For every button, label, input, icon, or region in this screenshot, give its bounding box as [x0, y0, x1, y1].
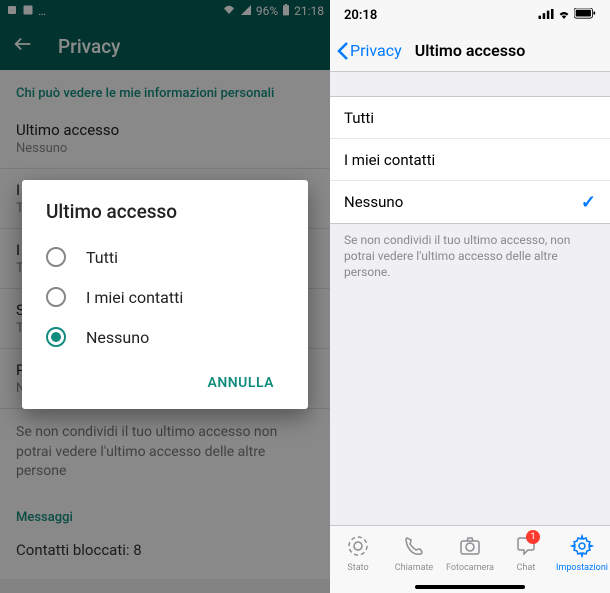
radio-label: I miei contatti — [86, 288, 183, 307]
tab-impostazioni[interactable]: Impostazioni — [554, 526, 610, 581]
tab-label: Fotocamera — [446, 563, 494, 573]
tab-label: Chiamate — [395, 563, 433, 573]
ios-screen: 20:18 Privacy Ultimo accesso Tutti I mie… — [330, 0, 610, 593]
dialog-ultimo-accesso: Ultimo accesso Tutti I miei contatti Nes… — [22, 180, 308, 409]
radio-option-nessuno[interactable]: Nessuno — [46, 317, 284, 357]
phone-icon — [402, 534, 426, 561]
badge: 1 — [526, 530, 540, 544]
radio-icon — [46, 247, 66, 267]
back-button[interactable]: Privacy — [336, 41, 402, 61]
cancel-button[interactable]: ANNULLA — [198, 367, 284, 399]
options-list: Tutti I miei contatti Nessuno ✓ — [330, 96, 610, 224]
back-label: Privacy — [350, 41, 402, 60]
signal-icon — [538, 8, 554, 23]
ios-tab-bar: Stato Chiamate Fotocamera 1 Chat Impos — [330, 525, 610, 581]
radio-option-tutti[interactable]: Tutti — [46, 237, 284, 277]
tab-label: Impostazioni — [556, 563, 608, 573]
battery-icon — [574, 8, 596, 23]
option-label: I miei contatti — [344, 151, 435, 169]
tab-label: Chat — [517, 563, 536, 573]
radio-label: Tutti — [86, 248, 118, 267]
checkmark-icon: ✓ — [581, 192, 596, 213]
android-screen: … 96% 21:18 Privacy — [0, 0, 330, 593]
option-label: Nessuno — [344, 193, 403, 211]
wifi-icon — [557, 8, 571, 23]
home-indicator[interactable] — [330, 581, 610, 593]
status-icon — [346, 534, 370, 561]
tab-chat[interactable]: 1 Chat — [498, 526, 554, 581]
radio-icon — [46, 287, 66, 307]
tab-fotocamera[interactable]: Fotocamera — [442, 526, 498, 581]
page-title: Ultimo accesso — [415, 41, 526, 60]
option-row-nessuno[interactable]: Nessuno ✓ — [330, 181, 610, 223]
privacy-note: Se non condividi il tuo ultimo accesso, … — [330, 224, 610, 289]
tab-label: Stato — [347, 563, 368, 573]
ios-nav-bar: Privacy Ultimo accesso — [330, 30, 610, 72]
radio-icon-selected — [46, 327, 66, 347]
clock: 20:18 — [344, 8, 377, 23]
dialog-title: Ultimo accesso — [46, 200, 284, 223]
option-row-tutti[interactable]: Tutti — [330, 97, 610, 139]
radio-label: Nessuno — [86, 328, 149, 347]
radio-option-contatti[interactable]: I miei contatti — [46, 277, 284, 317]
ios-status-bar: 20:18 — [330, 0, 610, 30]
gear-icon — [570, 534, 594, 561]
option-label: Tutti — [344, 109, 374, 127]
camera-icon — [458, 534, 482, 561]
tab-chiamate[interactable]: Chiamate — [386, 526, 442, 581]
option-row-contatti[interactable]: I miei contatti — [330, 139, 610, 181]
tab-stato[interactable]: Stato — [330, 526, 386, 581]
